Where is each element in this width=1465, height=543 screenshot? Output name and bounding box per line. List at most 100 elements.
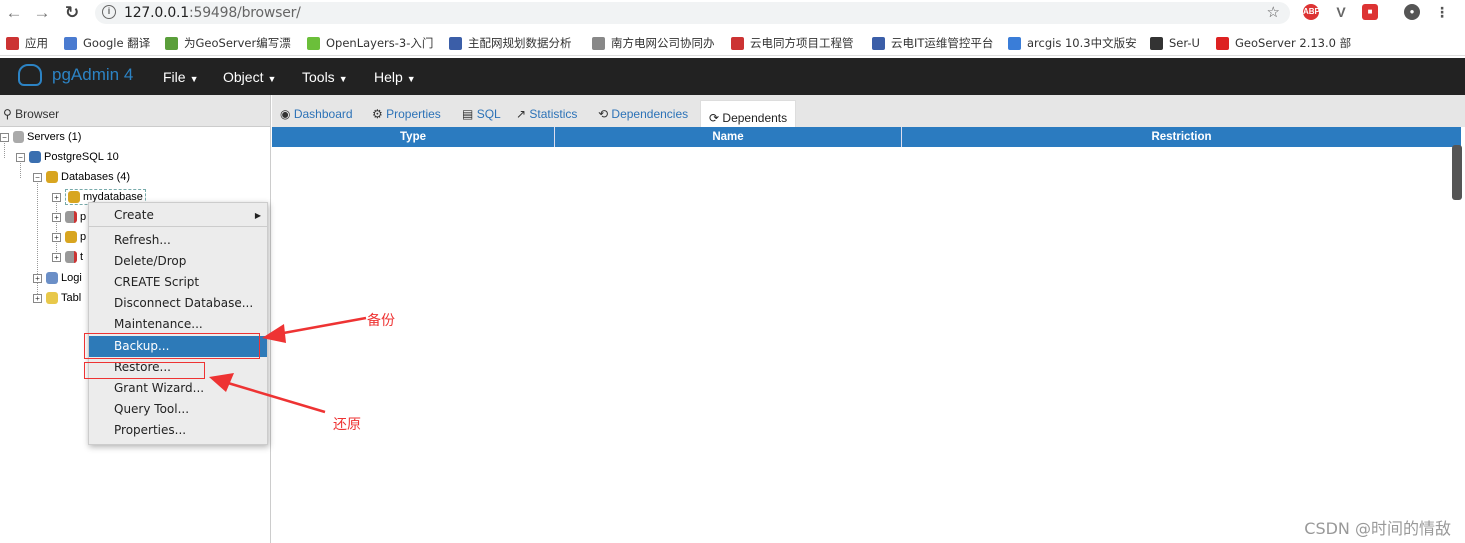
expand-icon[interactable]: + — [52, 212, 61, 222]
tree-databases[interactable]: − Databases (4) — [33, 168, 130, 186]
tree-label: Tabl — [61, 292, 82, 304]
bookmark-item[interactable]: Google 翻译 — [64, 35, 150, 51]
bookmark-label: Ser-U — [1169, 36, 1200, 50]
collapse-icon[interactable]: − — [0, 132, 9, 142]
bookmark-label: 应用 — [25, 36, 48, 50]
bookmark-label: GeoServer 2.13.0 部 — [1235, 36, 1352, 50]
caret-down-icon: ▼ — [267, 74, 277, 84]
tab-dashboard[interactable]: ◉ Dashboard — [280, 107, 353, 121]
collapse-icon[interactable]: − — [33, 172, 42, 182]
bookmark-label: 南方电网公司协同办 — [611, 36, 715, 50]
cogs-icon: ⚙ — [372, 107, 383, 121]
paw-icon — [1008, 36, 1021, 50]
address-bar[interactable]: i 127.0.0.1:59498/browser/ ☆ — [95, 2, 1290, 24]
ctx-maintenance[interactable]: Maintenance... — [89, 314, 267, 335]
tab-properties[interactable]: ⚙ Properties — [372, 107, 441, 121]
bookmarks-bar: 应用 Google 翻译 为GeoServer编写漂 OpenLayers-3-入门 主… — [0, 30, 1465, 56]
menu-tools[interactable]: Tools ▼ — [302, 69, 348, 85]
url-host: 127.0.0.1 — [124, 5, 189, 21]
expand-icon[interactable]: + — [33, 293, 42, 303]
profile-avatar-icon[interactable]: ● — [1404, 4, 1420, 20]
col-restriction[interactable]: Restriction — [902, 127, 1461, 147]
pgadmin-brand[interactable]: pgAdmin 4 — [18, 64, 133, 86]
main-tabs: ◉ Dashboard ⚙ Properties ▤ SQL ↗ Statist… — [272, 95, 1465, 127]
tab-sql[interactable]: ▤ SQL — [462, 107, 501, 121]
bookmark-item[interactable]: 应用 — [6, 35, 48, 51]
url-path: :59498/browser/ — [189, 5, 301, 21]
ctx-create-script[interactable]: CREATE Script — [89, 272, 267, 293]
submenu-arrow-icon: ▶ — [254, 211, 261, 220]
tree-label: PostgreSQL 10 — [44, 151, 119, 163]
ctx-grant-wizard[interactable]: Grant Wizard... — [89, 378, 267, 399]
bookmark-item[interactable]: 主配网规划数据分析 — [449, 35, 572, 51]
ctx-properties[interactable]: Properties... — [89, 420, 267, 441]
col-type[interactable]: Type — [272, 127, 555, 147]
extension-v-icon[interactable]: V — [1333, 4, 1349, 20]
extension-red-icon[interactable]: ■ — [1362, 4, 1378, 20]
tree-label: Servers (1) — [27, 131, 82, 143]
tree-label: p — [80, 211, 87, 223]
bookmark-icon — [165, 36, 178, 50]
chrome-menu-icon[interactable]: ⋮ — [1434, 4, 1450, 20]
tab-dependencies[interactable]: ⟲ Dependencies — [598, 107, 688, 121]
bookmark-label: 主配网规划数据分析 — [468, 36, 572, 50]
panel-scroll-handle[interactable] — [1452, 145, 1462, 200]
database-icon — [68, 191, 80, 203]
tree-label: Databases (4) — [61, 171, 131, 183]
bookmark-item[interactable]: 云电同方项目工程管 — [731, 35, 854, 51]
expand-icon[interactable]: + — [33, 273, 42, 283]
annotation-box-backup — [84, 333, 260, 359]
bookmark-item[interactable]: GeoServer 2.13.0 部 — [1216, 35, 1351, 51]
expand-icon[interactable]: + — [52, 192, 61, 202]
annotation-label-restore: 还原 — [333, 417, 361, 433]
browser-panel-title: Browser — [15, 107, 60, 121]
col-name[interactable]: Name — [555, 127, 902, 147]
login-roles-icon — [46, 272, 58, 284]
ctx-query-tool[interactable]: Query Tool... — [89, 399, 267, 420]
bookmark-item[interactable]: arcgis 10.3中文版安 — [1008, 35, 1137, 51]
tree-tablespaces[interactable]: + Tabl — [33, 289, 81, 307]
annotation-label-backup: 备份 — [367, 313, 395, 329]
database-disconnected-icon — [65, 211, 77, 223]
back-arrow-icon[interactable]: ← — [4, 3, 24, 23]
tree-db-4[interactable]: + t — [52, 248, 83, 266]
ctx-disconnect[interactable]: Disconnect Database... — [89, 293, 267, 314]
tree-label: t — [80, 251, 84, 263]
menu-file[interactable]: File ▼ — [163, 69, 198, 85]
expand-icon[interactable]: + — [52, 252, 61, 262]
bookmark-label: arcgis 10.3中文版安 — [1027, 36, 1137, 50]
bookmark-item[interactable]: 南方电网公司协同办 — [592, 35, 715, 51]
collapse-icon[interactable]: − — [16, 152, 25, 162]
bookmark-star-icon[interactable]: ☆ — [1267, 3, 1280, 21]
menu-help[interactable]: Help ▼ — [374, 69, 416, 85]
context-menu: Create ▶ Refresh... Delete/Drop CREATE Sc… — [88, 202, 268, 445]
expand-icon[interactable]: + — [52, 232, 61, 242]
ctx-refresh[interactable]: Refresh... — [89, 230, 267, 251]
reload-icon[interactable]: ↻ — [62, 3, 82, 23]
tree-servers[interactable]: − Servers (1) — [0, 128, 81, 146]
tab-dependents[interactable]: ⟳ Dependents — [700, 100, 797, 127]
tab-statistics[interactable]: ↗ Statistics — [516, 107, 577, 121]
caret-down-icon: ▼ — [406, 74, 416, 84]
ctx-delete-drop[interactable]: Delete/Drop — [89, 251, 267, 272]
tree-db-2[interactable]: + p — [52, 208, 86, 226]
tree-db-3[interactable]: + p — [52, 228, 86, 246]
adblock-icon[interactable]: ABP — [1303, 4, 1320, 20]
site-info-icon[interactable]: i — [102, 5, 116, 19]
bookmark-label: 云电IT运维管控平台 — [891, 36, 994, 50]
bookmark-item[interactable]: Ser-U — [1150, 35, 1200, 51]
folder-icon — [46, 292, 58, 304]
bookmark-item[interactable]: OpenLayers-3-入门 — [307, 35, 433, 51]
dashboard-icon: ◉ — [280, 107, 291, 121]
bookmark-item[interactable]: 为GeoServer编写漂 — [165, 35, 291, 51]
tree-postgres-server[interactable]: − PostgreSQL 10 — [16, 148, 119, 166]
tree-label: Logi — [61, 272, 82, 284]
ctx-create[interactable]: Create ▶ — [89, 205, 267, 226]
forward-arrow-icon[interactable]: → — [32, 3, 52, 23]
menu-object[interactable]: Object ▼ — [223, 69, 276, 85]
tree-login-roles[interactable]: + Logi — [33, 269, 82, 287]
bookmark-item[interactable]: 云电IT运维管控平台 — [872, 35, 993, 51]
server-group-icon — [13, 131, 24, 143]
bookmark-label: 云电同方项目工程管 — [750, 36, 854, 50]
serv-u-icon — [1150, 36, 1163, 50]
